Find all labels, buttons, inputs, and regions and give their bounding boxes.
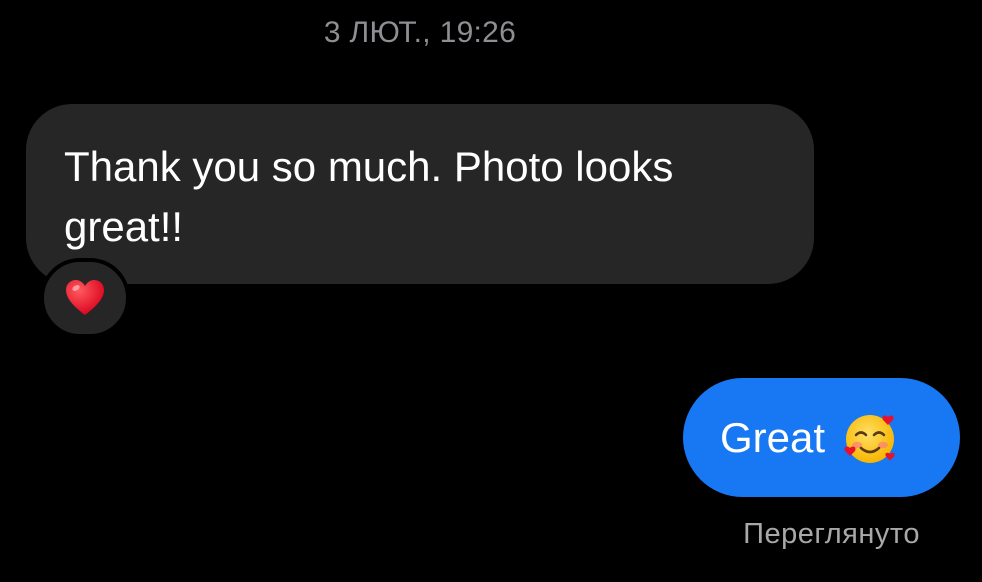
incoming-message-bubble[interactable]: Thank you so much. Photo looks great!! [26, 104, 814, 284]
seen-status: Переглянуто [743, 518, 920, 550]
red-heart-icon [66, 280, 104, 315]
outgoing-message-text: Great [720, 413, 826, 461]
outgoing-message-bubble[interactable]: Great [683, 378, 960, 497]
message-timestamp: 3 ЛЮТ., 19:26 [323, 16, 517, 49]
smiling-face-with-hearts-icon [844, 414, 895, 463]
incoming-message-text: Thank you so much. Photo looks great!! [64, 143, 674, 250]
message-reaction[interactable] [40, 258, 130, 338]
